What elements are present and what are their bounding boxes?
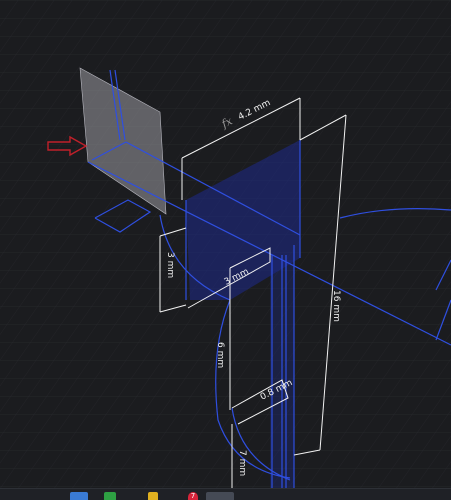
dim-lower-height-label[interactable]: 6 mm [215,342,225,368]
cad-scene[interactable]: fx 4.2 mm 3 mm 3 mm 16 mm 6 mm 0.8 mm 7 … [0,0,451,500]
cad-viewport[interactable]: fx 4.2 mm 3 mm 3 mm 16 mm 6 mm 0.8 mm 7 … [0,0,451,500]
taskbar-app-icon[interactable] [206,492,234,500]
notification-badge[interactable]: 7 [188,492,198,500]
taskbar: 7 [0,488,451,500]
dim-left-height-label[interactable]: 3 mm [165,252,175,278]
taskbar-app-icon[interactable] [148,492,158,500]
taskbar-app-icon[interactable] [104,492,116,500]
dim-bottom-height-label[interactable]: 7 mm [237,450,247,476]
dim-right-height-label[interactable]: 16 mm [331,290,341,322]
taskbar-app-icon[interactable] [70,492,88,500]
